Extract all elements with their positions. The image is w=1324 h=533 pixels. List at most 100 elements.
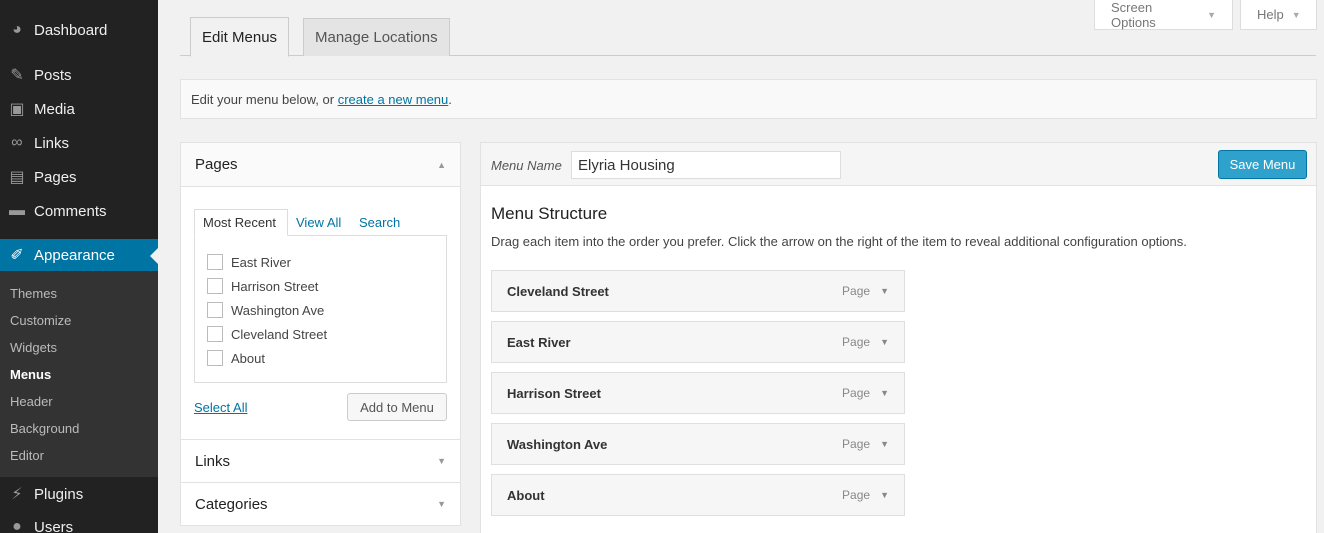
- menu-item-type: Page: [842, 488, 871, 502]
- submenu-customize[interactable]: Customize: [10, 313, 71, 328]
- sidebar-item-label: Dashboard: [34, 21, 108, 39]
- save-menu-button[interactable]: Save Menu: [1218, 150, 1307, 179]
- sidebar-item-label: Pages: [34, 168, 77, 186]
- tab-search[interactable]: Search: [359, 209, 400, 236]
- menu-edit-panel: Menu Name Save Menu Menu Structure Drag …: [480, 142, 1317, 533]
- sidebar-item-pages[interactable]: ▤ Pages: [0, 160, 158, 194]
- brush-icon: ✐: [10, 247, 24, 264]
- checkbox[interactable]: [207, 278, 223, 294]
- menu-item-type: Page: [842, 437, 871, 451]
- sidebar-item-label: Appearance: [34, 246, 115, 264]
- sidebar-item-appearance[interactable]: ✐ Appearance: [0, 239, 158, 271]
- menu-item-title: Washington Ave: [507, 436, 608, 452]
- page-label: Washington Ave: [231, 302, 325, 318]
- menu-item-row[interactable]: Cleveland Street Page ▼: [491, 270, 905, 312]
- caret-down-icon: ▼: [437, 456, 446, 466]
- menu-item-type: Page: [842, 386, 871, 400]
- categories-accordion[interactable]: Categories ▼: [180, 482, 461, 526]
- menu-structure-description: Drag each item into the order you prefer…: [491, 234, 1187, 249]
- list-item: East River: [207, 254, 291, 270]
- sidebar-item-label: Plugins: [34, 485, 84, 503]
- manage-menus-notice: Edit your menu below, or create a new me…: [180, 79, 1317, 119]
- sidebar-item-label: Users: [34, 518, 74, 533]
- pin-icon: ✎: [10, 67, 24, 84]
- links-accordion[interactable]: Links ▼: [180, 439, 461, 483]
- dashboard-icon: ◕: [12, 21, 22, 38]
- menu-item-row[interactable]: Washington Ave Page ▼: [491, 423, 905, 465]
- list-item: About: [207, 350, 265, 366]
- checkbox[interactable]: [207, 326, 223, 342]
- tab-edit-menus[interactable]: Edit Menus: [190, 17, 290, 57]
- menu-structure-title: Menu Structure: [491, 204, 608, 223]
- list-item: Cleveland Street: [207, 326, 327, 342]
- page-checklist: East River Harrison Street Washington Av…: [194, 235, 447, 383]
- caret-down-icon[interactable]: ▼: [880, 337, 889, 347]
- tab-manage-locations[interactable]: Manage Locations: [303, 18, 450, 56]
- sidebar-item-users[interactable]: ● Users: [0, 510, 158, 533]
- sidebar-item-dashboard[interactable]: ◕ Dashboard: [0, 13, 158, 47]
- menu-item-row[interactable]: East River Page ▼: [491, 321, 905, 363]
- caret-up-icon: ▲: [437, 159, 446, 170]
- appearance-submenu: Themes Customize Widgets Menus Header Ba…: [0, 271, 158, 477]
- menu-name-label: Menu Name: [491, 158, 562, 173]
- user-icon: ●: [12, 518, 22, 533]
- pages-icon: ▤: [9, 169, 25, 186]
- checkbox[interactable]: [207, 254, 223, 270]
- caret-down-icon[interactable]: ▼: [880, 286, 889, 296]
- nav-tabs: Edit Menus Manage Locations: [180, 0, 1316, 57]
- caret-down-icon[interactable]: ▼: [880, 439, 889, 449]
- submenu-menus[interactable]: Menus: [10, 367, 51, 382]
- list-item: Harrison Street: [207, 278, 318, 294]
- checkbox[interactable]: [207, 302, 223, 318]
- page-label: Cleveland Street: [231, 326, 328, 342]
- menu-item-row[interactable]: About Page ▼: [491, 474, 905, 516]
- menu-item-type: Page: [842, 284, 871, 298]
- menu-item-title: Harrison Street: [507, 385, 601, 401]
- checkbox[interactable]: [207, 350, 223, 366]
- menu-item-title: East River: [507, 334, 571, 350]
- sidebar-item-comments[interactable]: ▬ Comments: [0, 194, 158, 228]
- pages-accordion-title: Pages: [195, 156, 238, 173]
- links-accordion-title: Links: [195, 452, 231, 470]
- submenu-widgets[interactable]: Widgets: [10, 340, 57, 355]
- admin-sidebar: ◕ Dashboard ✎ Posts ▣ Media ∞ Links ▤ Pa…: [0, 0, 158, 533]
- caret-down-icon: ▼: [437, 499, 446, 509]
- submenu-header[interactable]: Header: [10, 394, 53, 409]
- caret-down-icon[interactable]: ▼: [880, 388, 889, 398]
- add-to-menu-button[interactable]: Add to Menu: [347, 393, 447, 421]
- select-all-link[interactable]: Select All: [194, 400, 247, 415]
- pages-accordion-header[interactable]: Pages ▲: [181, 143, 460, 187]
- menu-header: Menu Name Save Menu: [481, 143, 1316, 186]
- submenu-themes[interactable]: Themes: [10, 286, 57, 301]
- create-new-menu-link[interactable]: create a new menu: [338, 92, 449, 107]
- sidebar-item-media[interactable]: ▣ Media: [0, 92, 158, 126]
- page-label: Harrison Street: [231, 278, 319, 294]
- submenu-editor[interactable]: Editor: [10, 448, 44, 463]
- menu-item-row[interactable]: Harrison Street Page ▼: [491, 372, 905, 414]
- menu-item-title: Cleveland Street: [507, 283, 609, 299]
- sidebar-item-label: Comments: [34, 202, 107, 220]
- menu-item-title: About: [507, 487, 545, 503]
- notice-suffix: .: [448, 91, 452, 107]
- tab-view-all[interactable]: View All: [296, 209, 341, 236]
- categories-accordion-title: Categories: [195, 495, 268, 513]
- link-icon: ∞: [11, 134, 23, 151]
- sidebar-item-posts[interactable]: ✎ Posts: [0, 58, 158, 92]
- sidebar-item-label: Links: [34, 134, 70, 152]
- menu-name-input[interactable]: [571, 151, 841, 179]
- menu-item-type: Page: [842, 335, 871, 349]
- tab-most-recent[interactable]: Most Recent: [194, 209, 288, 236]
- links-accordion-header[interactable]: Links ▼: [181, 440, 460, 482]
- page-label: East River: [231, 254, 291, 270]
- sidebar-item-label: Media: [34, 100, 75, 118]
- submenu-background[interactable]: Background: [10, 421, 79, 436]
- plug-icon: ⚡: [11, 486, 23, 503]
- categories-accordion-header[interactable]: Categories ▼: [181, 483, 460, 525]
- sidebar-item-plugins[interactable]: ⚡ Plugins: [0, 477, 158, 511]
- caret-down-icon[interactable]: ▼: [880, 490, 889, 500]
- comment-icon: ▬: [9, 202, 25, 219]
- notice-text: Edit your menu below, or: [191, 91, 338, 107]
- sidebar-item-links[interactable]: ∞ Links: [0, 126, 158, 160]
- list-item: Washington Ave: [207, 302, 324, 318]
- sidebar-item-label: Posts: [34, 66, 72, 84]
